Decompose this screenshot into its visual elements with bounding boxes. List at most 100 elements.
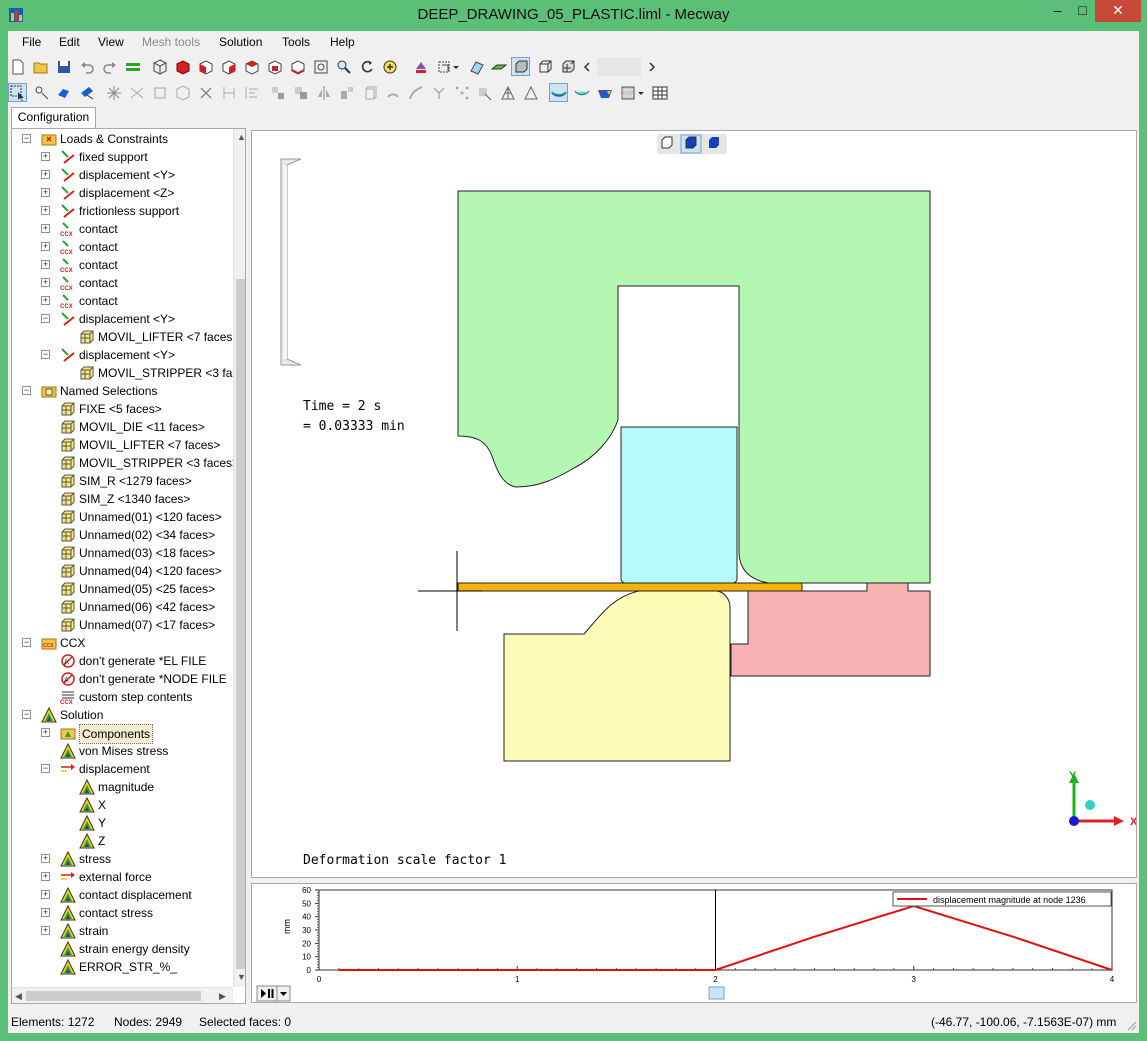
new-file-icon[interactable] <box>8 57 27 76</box>
expand-icon[interactable]: + <box>41 872 50 881</box>
tree-load-item[interactable]: + CCX contact <box>12 256 233 274</box>
tree-named-selection[interactable]: Unnamed(01) <120 faces> <box>12 508 233 526</box>
select-node-icon[interactable] <box>32 83 51 102</box>
tree-ccx-item[interactable]: Adon't generate *EL FILE <box>12 652 233 670</box>
tree-horizontal-scrollbar[interactable]: ◀ ▶ <box>12 987 233 1003</box>
tree-solution-item[interactable]: + contact displacement <box>12 886 233 904</box>
draw-surface-icon[interactable] <box>467 57 486 76</box>
expand-icon[interactable]: + <box>41 926 50 935</box>
tree-vertical-scroll-thumb[interactable] <box>236 279 245 969</box>
tree-named-selection[interactable]: Unnamed(07) <17 faces> <box>12 616 233 634</box>
scroll-left-icon[interactable] <box>581 57 593 76</box>
collapse-icon[interactable]: − <box>41 350 50 359</box>
sweep-icon[interactable] <box>406 83 425 102</box>
select-pointer-icon[interactable] <box>8 83 27 102</box>
tree-solution-item[interactable]: von Mises stress <box>12 742 233 760</box>
model-canvas[interactable]: Y X <box>252 131 1137 878</box>
playback-options-dropdown[interactable] <box>276 985 291 1002</box>
rotate-icon[interactable] <box>357 57 376 76</box>
contour-surface-icon[interactable] <box>549 83 568 102</box>
expand-icon[interactable]: + <box>41 170 50 179</box>
menu-view[interactable]: View <box>98 35 124 49</box>
tree-solution-item[interactable]: Y <box>12 814 233 832</box>
scroll-down-icon[interactable]: ▼ <box>237 972 245 982</box>
table-icon[interactable] <box>650 83 669 102</box>
animate-icon[interactable] <box>618 83 637 102</box>
close-button[interactable]: ✕ <box>1095 0 1141 22</box>
expand-icon[interactable]: + <box>41 242 50 251</box>
merge-nodes-icon[interactable] <box>219 83 238 102</box>
contour-lines-icon[interactable] <box>572 83 591 102</box>
select-element-icon[interactable] <box>54 83 73 102</box>
tree-named-selection[interactable]: Unnamed(06) <42 faces> <box>12 598 233 616</box>
delete-icon[interactable] <box>196 83 215 102</box>
collapse-icon[interactable]: − <box>41 314 50 323</box>
model-viewport[interactable]: Y X Time = 2 s = 0.03333 min Deformation… <box>251 130 1137 878</box>
resize-grip-icon[interactable] <box>1125 1019 1137 1031</box>
tree-vertical-scrollbar[interactable]: ▲ ▼ <box>233 129 245 987</box>
tree-named-selection[interactable]: Unnamed(02) <34 faces> <box>12 526 233 544</box>
explode-icon[interactable] <box>104 83 123 102</box>
collapse-icon[interactable]: − <box>22 386 31 395</box>
element-tool-icon[interactable] <box>475 83 494 102</box>
tree-load-item[interactable]: − displacement <Y> <box>12 346 233 364</box>
menu-help[interactable]: Help <box>330 35 355 49</box>
tree-named-selection[interactable]: MOVIL_LIFTER <7 faces> <box>12 436 233 454</box>
maximize-button[interactable]: □ <box>1070 0 1095 22</box>
tree-load-item[interactable]: + CCX contact <box>12 274 233 292</box>
undo-icon[interactable] <box>77 57 96 76</box>
tree-solution-item[interactable]: X <box>12 796 233 814</box>
tree-solution-item[interactable]: + strain <box>12 922 233 940</box>
time-marker-handle[interactable] <box>708 986 725 1000</box>
tree-load-item[interactable]: + CCX contact <box>12 220 233 238</box>
zoom-icon[interactable] <box>334 57 353 76</box>
box-icon[interactable] <box>150 83 169 102</box>
copy-icon[interactable] <box>291 83 310 102</box>
scroll-right-arrow-icon[interactable]: ▶ <box>219 991 226 1002</box>
view-mode-toggle[interactable] <box>657 134 727 154</box>
menu-tools[interactable]: Tools <box>282 35 310 49</box>
tree-group-ccx[interactable]: − CCX CCX <box>12 634 233 652</box>
select-face-icon[interactable] <box>77 83 96 102</box>
menu-edit[interactable]: Edit <box>59 35 80 49</box>
tree-load-item[interactable]: + fixed support <box>12 148 233 166</box>
scroll-left-arrow-icon[interactable]: ◀ <box>15 991 22 1002</box>
tree-solution-item[interactable]: strain energy density <box>12 940 233 958</box>
tree-load-item[interactable]: + frictionless support <box>12 202 233 220</box>
collapse-icon[interactable]: − <box>22 134 31 143</box>
tree-load-item[interactable]: + displacement <Y> <box>12 166 233 184</box>
play-pause-button[interactable] <box>256 985 278 1002</box>
expand-icon[interactable]: + <box>41 296 50 305</box>
tree-solution-item[interactable]: Z <box>12 832 233 850</box>
tree-ccx-item[interactable]: Adon't generate *NODE FILE <box>12 670 233 688</box>
triangle-mesh-icon[interactable] <box>498 83 517 102</box>
tree-load-item[interactable]: MOVIL_LIFTER <7 faces> <box>12 328 239 346</box>
view-right-icon[interactable] <box>242 57 261 76</box>
tree-solution-item[interactable]: + external force <box>12 868 233 886</box>
time-slider[interactable] <box>280 158 302 366</box>
blank-sheet[interactable] <box>457 582 803 592</box>
zoom-fit-icon[interactable] <box>311 57 330 76</box>
mesh-view-icon[interactable] <box>558 57 577 76</box>
revolve-icon[interactable] <box>383 83 402 102</box>
dropdown-arrow-icon[interactable] <box>451 57 461 76</box>
expand-icon[interactable]: + <box>41 224 50 233</box>
tree-named-selection[interactable]: FIXE <5 faces> <box>12 400 233 418</box>
pan-icon[interactable] <box>380 57 399 76</box>
stripper-part[interactable] <box>730 582 931 677</box>
scale-icon[interactable] <box>337 83 356 102</box>
collapse-icon[interactable]: − <box>22 638 31 647</box>
expand-icon[interactable]: + <box>41 206 50 215</box>
tab-configuration[interactable]: Configuration <box>11 107 96 128</box>
view-front-icon[interactable] <box>173 57 192 76</box>
view-iso-icon[interactable] <box>150 57 169 76</box>
animate-dropdown-icon[interactable] <box>636 83 646 102</box>
move-icon[interactable] <box>268 83 287 102</box>
tree-ccx-item[interactable]: CCX custom step contents <box>12 688 233 706</box>
view-back-icon[interactable] <box>196 57 215 76</box>
scroll-right-icon[interactable] <box>646 57 658 76</box>
tree-load-item[interactable]: − displacement <Y> <box>12 310 233 328</box>
wireframe-view-icon[interactable] <box>535 57 554 76</box>
tree-named-selection[interactable]: MOVIL_DIE <11 faces> <box>12 418 233 436</box>
tree-named-selection[interactable]: MOVIL_STRIPPER <3 faces> <box>12 454 239 472</box>
